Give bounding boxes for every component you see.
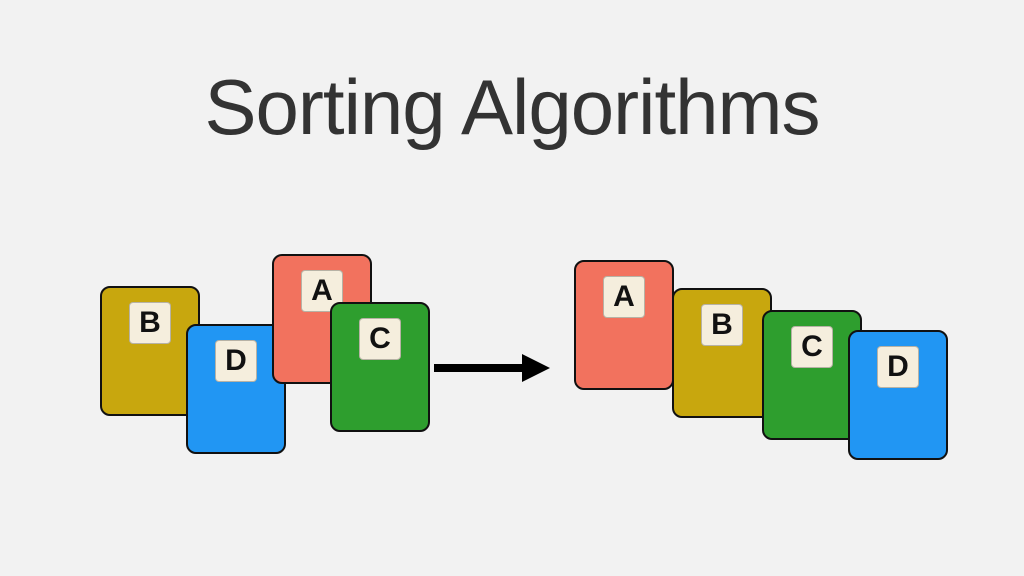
sorted-card-C: C: [762, 310, 862, 440]
arrow-icon: [430, 348, 550, 388]
sorted-card-D: D: [848, 330, 948, 460]
card-label: D: [215, 340, 257, 382]
card-label: D: [877, 346, 919, 388]
unsorted-card-B: B: [100, 286, 200, 416]
sorted-card-B: B: [672, 288, 772, 418]
unsorted-card-C: C: [330, 302, 430, 432]
sorted-card-A: A: [574, 260, 674, 390]
card-label: B: [701, 304, 743, 346]
card-label: A: [603, 276, 645, 318]
page-title: Sorting Algorithms: [0, 62, 1024, 153]
card-label: C: [791, 326, 833, 368]
unsorted-card-D: D: [186, 324, 286, 454]
card-label: C: [359, 318, 401, 360]
card-label: B: [129, 302, 171, 344]
